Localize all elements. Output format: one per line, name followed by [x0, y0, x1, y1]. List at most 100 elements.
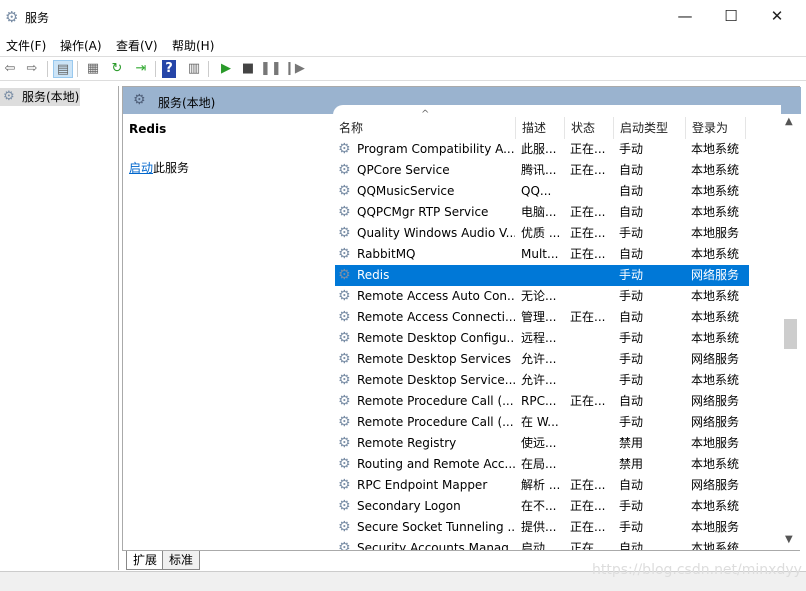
- service-gear-icon: ⚙: [338, 435, 351, 451]
- service-row[interactable]: ⚙ RPC Endpoint Mapper 解析 ... 正在... 自动 网络服务: [335, 475, 749, 496]
- column-header-status[interactable]: 状态: [565, 117, 614, 139]
- service-row[interactable]: ⚙ QPCore Service 腾讯... 正在... 自动 本地系统: [335, 160, 749, 181]
- cell-startup: 手动: [619, 520, 644, 534]
- column-header-name[interactable]: 名称: [333, 117, 516, 139]
- cell-desc: 电脑...: [521, 205, 557, 219]
- resume-service-icon[interactable]: ❙▶: [284, 60, 305, 78]
- vertical-scrollbar[interactable]: ▲ ▼: [781, 114, 799, 551]
- scroll-up-icon[interactable]: ▲: [785, 116, 793, 127]
- cell-logon: 本地系统: [691, 310, 740, 324]
- cell-name: QQPCMgr RTP Service: [357, 205, 489, 219]
- cell-name: Routing and Remote Acc...: [357, 457, 515, 471]
- column-header-log-on-as[interactable]: 登录为: [686, 117, 746, 139]
- show-hide-console-tree-icon[interactable]: ▤: [53, 60, 73, 78]
- cell-logon: 本地系统: [691, 331, 740, 345]
- cell-desc: 使远...: [521, 436, 557, 450]
- cell-startup: 自动: [619, 163, 644, 177]
- cell-startup: 自动: [619, 205, 644, 219]
- cell-status: 正在...: [570, 142, 606, 156]
- cell-logon: 本地系统: [691, 289, 740, 303]
- tab-standard[interactable]: 标准: [162, 551, 201, 570]
- cell-desc: RPC...: [521, 394, 557, 408]
- tab-extended[interactable]: 扩展: [126, 551, 165, 570]
- forward-icon[interactable]: ⇨: [22, 60, 42, 78]
- column-header-description[interactable]: 描述: [516, 117, 565, 139]
- service-row[interactable]: ⚙ QQPCMgr RTP Service 电脑... 正在... 自动 本地系统: [335, 202, 749, 223]
- cell-name: Program Compatibility A...: [357, 142, 515, 156]
- properties-icon[interactable]: ▦: [83, 60, 103, 78]
- service-gear-icon: ⚙: [338, 141, 351, 157]
- menu-file[interactable]: 文件(F): [6, 37, 46, 54]
- service-row[interactable]: ⚙ Program Compatibility A... 此服... 正在... 手动 本…: [335, 139, 749, 160]
- service-gear-icon: ⚙: [338, 267, 351, 283]
- service-gear-icon: ⚙: [338, 288, 351, 304]
- service-row[interactable]: ⚙ QQMusicService QQ... 自动 本地系统: [335, 181, 749, 202]
- cell-startup: 手动: [619, 268, 644, 282]
- cell-logon: 本地系统: [691, 163, 740, 177]
- service-row[interactable]: ⚙ Remote Registry 使远... 禁用 本地服务: [335, 433, 749, 454]
- toolbar-separator: [208, 61, 209, 77]
- service-row[interactable]: ⚙ Secure Socket Tunneling ... 提供... 正在... 手动…: [335, 517, 749, 538]
- cell-name: Secure Socket Tunneling ...: [357, 520, 515, 534]
- cell-logon: 本地服务: [691, 226, 740, 240]
- scroll-down-icon[interactable]: ▼: [785, 534, 793, 545]
- cell-name: Remote Registry: [357, 436, 457, 450]
- show-action-pane-icon[interactable]: ▥: [184, 60, 204, 78]
- maximize-button[interactable]: ☐: [708, 4, 754, 28]
- service-row[interactable]: ⚙ Remote Procedure Call (... RPC... 正在... 自动…: [335, 391, 749, 412]
- help-icon[interactable]: ?: [162, 60, 176, 78]
- cell-status: 正在...: [570, 247, 606, 261]
- cell-startup: 手动: [619, 142, 644, 156]
- cell-desc: Mult...: [521, 247, 559, 261]
- service-row[interactable]: ⚙ Secondary Logon 在不... 正在... 手动 本地系统: [335, 496, 749, 517]
- description-panel: Redis 启动此服务: [123, 114, 333, 551]
- cell-status: 正在...: [570, 394, 606, 408]
- cell-name: Quality Windows Audio V...: [357, 226, 515, 240]
- menu-help[interactable]: 帮助(H): [172, 37, 214, 54]
- service-row[interactable]: ⚙ Routing and Remote Acc... 在局... 禁用 本地系统: [335, 454, 749, 475]
- service-row[interactable]: ⚙ Redis 手动 网络服务: [335, 265, 749, 286]
- cell-startup: 自动: [619, 310, 644, 324]
- menu-action[interactable]: 操作(A): [60, 37, 102, 54]
- service-row[interactable]: ⚙ Quality Windows Audio V... 优质 ... 正在... 手动…: [335, 223, 749, 244]
- service-row[interactable]: ⚙ RabbitMQ Mult... 正在... 自动 本地系统: [335, 244, 749, 265]
- cell-desc: 此服...: [521, 142, 557, 156]
- refresh-icon[interactable]: ↻: [107, 60, 127, 78]
- cell-status: 正在...: [570, 478, 606, 492]
- service-row[interactable]: ⚙ Remote Access Auto Con... 无论... 手动 本地系统: [335, 286, 749, 307]
- cell-logon: 本地系统: [691, 184, 740, 198]
- pause-service-icon[interactable]: ❚❚: [260, 60, 282, 78]
- watermark: https://blog.csdn.net/minxdyy: [592, 562, 802, 578]
- service-row[interactable]: ⚙ Remote Desktop Configu... 远程... 手动 本地系统: [335, 328, 749, 349]
- close-button[interactable]: ✕: [754, 4, 800, 28]
- cell-status: 正在...: [570, 163, 606, 177]
- toolbar-separator: [77, 61, 78, 77]
- column-header-startup-type[interactable]: 启动类型: [614, 117, 686, 139]
- cell-startup: 手动: [619, 352, 644, 366]
- services-list: ^ 名称 描述 状态 启动类型 登录为 ⚙ Program Compatibili…: [333, 105, 781, 551]
- stop-service-icon[interactable]: ■: [238, 60, 258, 78]
- service-row[interactable]: ⚙ Remote Procedure Call (... 在 W... 手动 网络服务: [335, 412, 749, 433]
- scrollbar-thumb[interactable]: [784, 319, 797, 349]
- cell-name: Secondary Logon: [357, 499, 461, 513]
- service-row[interactable]: ⚙ Remote Desktop Service... 允许... 手动 本地系统: [335, 370, 749, 391]
- cell-desc: 腾讯...: [521, 163, 557, 177]
- tree-item-services-local[interactable]: ⚙ 服务(本地): [0, 88, 80, 106]
- cell-logon: 本地系统: [691, 142, 740, 156]
- minimize-button[interactable]: —: [662, 4, 708, 28]
- start-service-icon[interactable]: ▶: [216, 60, 236, 78]
- cell-startup: 自动: [619, 394, 644, 408]
- service-row[interactable]: ⚙ Remote Desktop Services 允许... 手动 网络服务: [335, 349, 749, 370]
- cell-desc: 优质 ...: [521, 226, 561, 240]
- back-icon[interactable]: ⇦: [0, 60, 20, 78]
- service-gear-icon: ⚙: [338, 225, 351, 241]
- console-tree: ⚙ 服务(本地): [0, 86, 119, 570]
- export-list-icon[interactable]: ⇥: [131, 60, 151, 78]
- service-row[interactable]: ⚙ Remote Access Connecti... 管理... 正在... 自动 本地…: [335, 307, 749, 328]
- start-service-link[interactable]: 启动: [129, 161, 153, 175]
- service-gear-icon: ⚙: [338, 498, 351, 514]
- cell-startup: 手动: [619, 289, 644, 303]
- cell-name: QPCore Service: [357, 163, 450, 177]
- cell-startup: 禁用: [619, 436, 644, 450]
- menu-view[interactable]: 查看(V): [116, 37, 158, 54]
